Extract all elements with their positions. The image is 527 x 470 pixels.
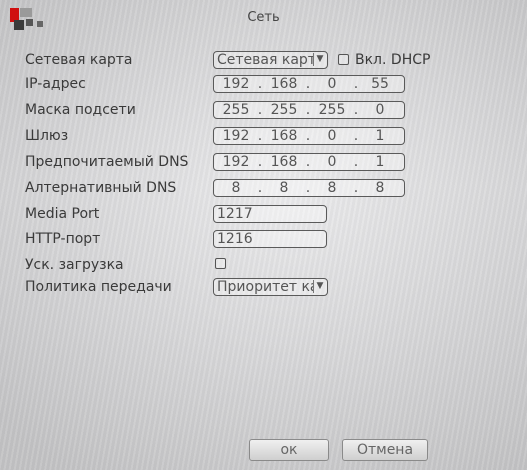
- dhcp-label: Вкл. DHCP: [355, 52, 431, 68]
- policy-select[interactable]: Приоритет качества ▼: [213, 278, 328, 296]
- ip-row: IP-адрес 192 . 168 . 0 . 55: [25, 75, 505, 95]
- chevron-down-icon[interactable]: ▼: [313, 53, 326, 66]
- media-port-input[interactable]: 1217: [213, 205, 327, 223]
- gateway-row: Шлюз 192 . 168 . 0 . 1: [25, 127, 505, 147]
- http-port-label: HTTP-порт: [25, 231, 101, 247]
- mask-label: Маска подсети: [25, 102, 136, 118]
- alternate-dns-input[interactable]: 8 . 8 . 8 . 8: [213, 179, 405, 197]
- nic-label: Сетевая карта: [25, 52, 133, 68]
- fast-download-row: Уск. загрузка: [25, 256, 505, 276]
- title-bar: Сеть: [0, 0, 527, 36]
- ip-label: IP-адрес: [25, 76, 86, 92]
- gateway-label: Шлюз: [25, 128, 69, 144]
- policy-label: Политика передачи: [25, 279, 172, 295]
- fast-download-checkbox[interactable]: [215, 258, 226, 269]
- media-port-row: Media Port 1217: [25, 205, 505, 225]
- http-port-input[interactable]: 1216: [213, 230, 327, 248]
- dns2-label: Алтернативный DNS: [25, 180, 177, 196]
- ok-button[interactable]: ок: [249, 439, 329, 461]
- dns1-label: Предпочитаемый DNS: [25, 154, 189, 170]
- ip-address-input[interactable]: 192 . 168 . 0 . 55: [213, 75, 405, 93]
- media-port-label: Media Port: [25, 206, 100, 222]
- subnet-mask-input[interactable]: 255 . 255 . 255 . 0: [213, 101, 405, 119]
- gateway-input[interactable]: 192 . 168 . 0 . 1: [213, 127, 405, 145]
- preferred-dns-input[interactable]: 192 . 168 . 0 . 1: [213, 153, 405, 171]
- http-port-row: HTTP-порт 1216: [25, 230, 505, 250]
- fast-download-label: Уск. загрузка: [25, 257, 124, 273]
- policy-row: Политика передачи Приоритет качества ▼: [25, 278, 505, 298]
- dns1-row: Предпочитаемый DNS 192 . 168 . 0 . 1: [25, 153, 505, 173]
- cancel-button[interactable]: Отмена: [342, 439, 428, 461]
- nic-select[interactable]: Сетевая карта ▼: [213, 51, 328, 69]
- mask-row: Маска подсети 255 . 255 . 255 . 0: [25, 101, 505, 121]
- dhcp-checkbox[interactable]: [338, 54, 349, 65]
- window-title: Сеть: [247, 10, 280, 25]
- dns2-row: Алтернативный DNS 8 . 8 . 8 . 8: [25, 179, 505, 199]
- nic-row: Сетевая карта Сетевая карта ▼ Вкл. DHCP: [25, 51, 505, 71]
- chevron-down-icon[interactable]: ▼: [313, 280, 326, 293]
